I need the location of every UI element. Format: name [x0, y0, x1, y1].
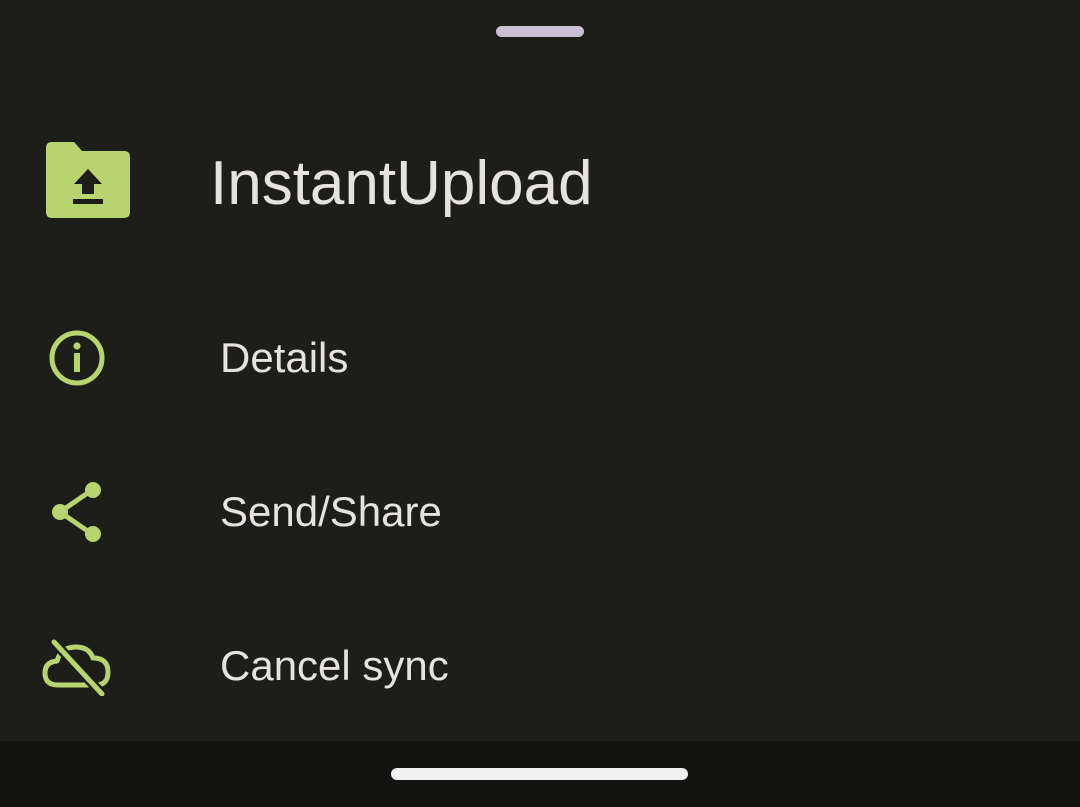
details-action[interactable]: Details [0, 281, 1080, 435]
share-icon [52, 482, 101, 542]
bottom-sheet: InstantUpload Details Send/Share Cancel … [0, 0, 1080, 741]
details-label: Details [220, 334, 349, 381]
sheet-header: InstantUpload [0, 126, 1080, 246]
folder-upload-icon [46, 142, 130, 218]
cloud-off-icon [42, 638, 111, 696]
info-icon [49, 330, 105, 386]
drag-handle[interactable] [496, 26, 584, 37]
cancel-sync-label: Cancel sync [220, 642, 449, 689]
send-share-label: Send/Share [220, 488, 442, 535]
cancel-sync-action[interactable]: Cancel sync [0, 589, 1080, 743]
navigation-bar [0, 741, 1080, 807]
sheet-title: InstantUpload [210, 149, 593, 218]
home-indicator[interactable] [391, 768, 688, 780]
send-share-action[interactable]: Send/Share [0, 435, 1080, 589]
